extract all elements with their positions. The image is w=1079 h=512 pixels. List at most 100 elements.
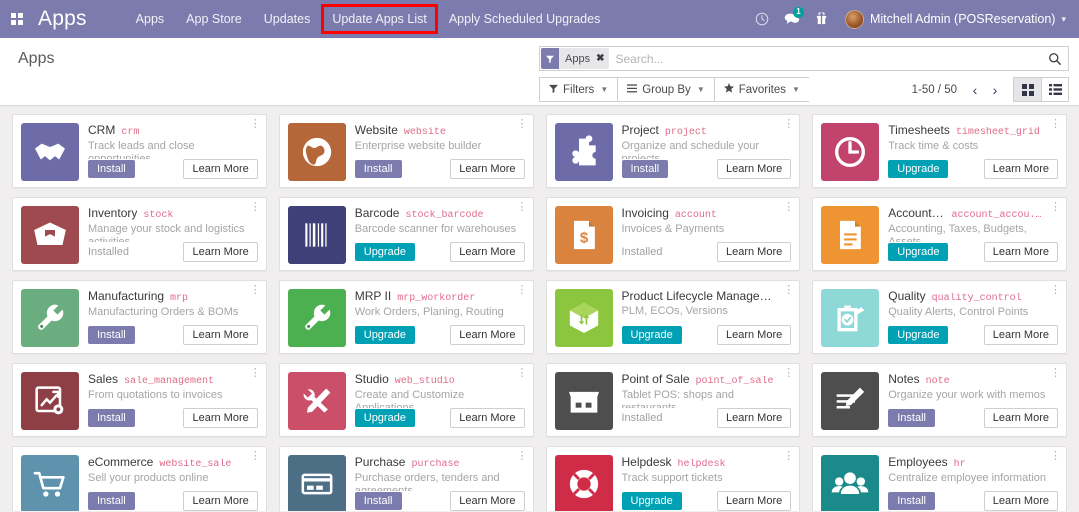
app-card[interactable]: Employees hr Centralize employee informati… xyxy=(812,446,1067,511)
chevron-right-icon[interactable]: › xyxy=(985,82,1005,98)
upgrade-button[interactable]: Upgrade xyxy=(888,160,949,178)
upgrade-button[interactable]: Upgrade xyxy=(888,243,949,261)
kebab-menu-icon[interactable]: ⋮ xyxy=(783,202,794,213)
upgrade-button[interactable]: Upgrade xyxy=(621,492,682,510)
kebab-menu-icon[interactable]: ⋮ xyxy=(517,119,528,130)
app-card[interactable]: Manufacturing mrp Manufacturing Orders & B… xyxy=(12,280,267,354)
learn-more-button[interactable]: Learn More xyxy=(716,491,792,511)
app-card[interactable]: Accounting account_accou... Accounting, Ta… xyxy=(812,197,1067,271)
navbar-menu-item-app-store[interactable]: App Store xyxy=(175,0,253,38)
kebab-menu-icon[interactable]: ⋮ xyxy=(783,451,794,462)
install-button[interactable]: Install xyxy=(354,492,402,510)
app-card[interactable]: Project project Organize and schedule your… xyxy=(545,114,801,188)
favorites-button[interactable]: Favorites ▼ xyxy=(713,77,809,102)
learn-more-button[interactable]: Learn More xyxy=(983,491,1058,511)
kebab-menu-icon[interactable]: ⋮ xyxy=(1050,202,1061,213)
app-card[interactable]: Notes note Organize your work with memos In… xyxy=(812,363,1067,437)
kebab-menu-icon[interactable]: ⋮ xyxy=(250,285,261,296)
chevron-left-icon[interactable]: ‹ xyxy=(965,82,985,98)
install-button[interactable]: Install xyxy=(88,160,135,178)
app-card[interactable]: eCommerce website_sale Sell your products … xyxy=(12,446,267,511)
upgrade-button[interactable]: Upgrade xyxy=(354,243,415,261)
learn-more-button[interactable]: Learn More xyxy=(716,325,792,345)
learn-more-button[interactable]: Learn More xyxy=(983,408,1058,428)
app-card[interactable]: Timesheets timesheet_grid Track time & cos… xyxy=(812,114,1067,188)
learn-more-button[interactable]: Learn More xyxy=(183,491,258,511)
kebab-menu-icon[interactable]: ⋮ xyxy=(250,119,261,130)
kebab-menu-icon[interactable]: ⋮ xyxy=(1050,119,1061,130)
install-button[interactable]: Install xyxy=(88,409,135,427)
app-card[interactable]: Sales sale_management From quotations to i… xyxy=(12,363,267,437)
app-card[interactable]: Quality quality_control Quality Alerts, Co… xyxy=(812,280,1067,354)
navbar-menu-item-updates[interactable]: Updates xyxy=(253,0,322,38)
brand-title[interactable]: Apps xyxy=(38,7,87,31)
app-card[interactable]: Inventory stock Manage your stock and logi… xyxy=(12,197,267,271)
navbar-menu-item-apply-scheduled-upgrades[interactable]: Apply Scheduled Upgrades xyxy=(438,0,612,38)
learn-more-button[interactable]: Learn More xyxy=(983,325,1058,345)
close-icon[interactable]: ✖ xyxy=(594,48,610,69)
app-card[interactable]: Helpdesk helpdesk Track support tickets Upg… xyxy=(545,446,801,511)
apps-grid-icon[interactable] xyxy=(0,13,34,25)
app-card[interactable]: $ Invoicing account Invoices & Payments Inst… xyxy=(545,197,801,271)
kebab-menu-icon[interactable]: ⋮ xyxy=(783,285,794,296)
install-button[interactable]: Install xyxy=(88,492,135,510)
kebab-menu-icon[interactable]: ⋮ xyxy=(250,451,261,462)
install-button[interactable]: Install xyxy=(621,160,669,178)
kebab-menu-icon[interactable]: ⋮ xyxy=(783,368,794,379)
kebab-menu-icon[interactable]: ⋮ xyxy=(517,368,528,379)
upgrade-button[interactable]: Upgrade xyxy=(888,326,949,344)
app-card-actions: Upgrade Learn More xyxy=(354,325,525,345)
app-card[interactable]: Product Lifecycle Manageme... PLM, ECOs, … xyxy=(545,280,801,354)
app-card[interactable]: Point of Sale point_of_sale Tablet POS: sh… xyxy=(545,363,801,437)
install-button[interactable]: Install xyxy=(88,326,135,344)
upgrade-button[interactable]: Upgrade xyxy=(354,326,415,344)
learn-more-button[interactable]: Learn More xyxy=(183,408,258,428)
upgrade-button[interactable]: Upgrade xyxy=(354,409,415,427)
app-card[interactable]: Studio web_studio Create and Customize App… xyxy=(278,363,534,437)
learn-more-button[interactable]: Learn More xyxy=(450,491,525,511)
learn-more-button[interactable]: Learn More xyxy=(983,159,1058,179)
install-button[interactable]: Install xyxy=(354,160,402,178)
kanban-view-icon[interactable] xyxy=(1013,77,1041,102)
app-card[interactable]: MRP II mrp_workorder Work Orders, Planing,… xyxy=(278,280,534,354)
app-card[interactable]: CRM crm Track leads and close opportunitie… xyxy=(12,114,267,188)
list-view-icon[interactable] xyxy=(1041,77,1069,102)
kebab-menu-icon[interactable]: ⋮ xyxy=(250,202,261,213)
upgrade-button[interactable]: Upgrade xyxy=(621,326,682,344)
install-button[interactable]: Install xyxy=(888,409,935,427)
kebab-menu-icon[interactable]: ⋮ xyxy=(783,119,794,130)
learn-more-button[interactable]: Learn More xyxy=(183,159,258,179)
install-button[interactable]: Install xyxy=(888,492,935,510)
learn-more-button[interactable]: Learn More xyxy=(450,408,525,428)
kebab-menu-icon[interactable]: ⋮ xyxy=(1050,451,1061,462)
navbar-menu-item-apps[interactable]: Apps xyxy=(125,0,176,38)
kebab-menu-icon[interactable]: ⋮ xyxy=(1050,368,1061,379)
search-input[interactable] xyxy=(609,51,1044,66)
clock-icon[interactable] xyxy=(747,0,777,38)
kebab-menu-icon[interactable]: ⋮ xyxy=(517,451,528,462)
app-card[interactable]: Barcode stock_barcode Barcode scanner for … xyxy=(278,197,534,271)
app-card[interactable]: Purchase purchase Purchase orders, tenders… xyxy=(278,446,534,511)
learn-more-button[interactable]: Learn More xyxy=(183,325,258,345)
group-by-button[interactable]: Group By ▼ xyxy=(617,77,714,102)
app-card[interactable]: Website website Enterprise website builder… xyxy=(278,114,534,188)
search-facet-apps[interactable]: Apps ✖ xyxy=(541,48,610,69)
learn-more-button[interactable]: Learn More xyxy=(716,408,792,428)
kebab-menu-icon[interactable]: ⋮ xyxy=(250,368,261,379)
learn-more-button[interactable]: Learn More xyxy=(183,242,258,262)
filters-button[interactable]: Filters ▼ xyxy=(539,77,618,102)
learn-more-button[interactable]: Learn More xyxy=(450,159,525,179)
kebab-menu-icon[interactable]: ⋮ xyxy=(1050,285,1061,296)
navbar-menu-item-update-apps-list[interactable]: Update Apps List xyxy=(321,4,438,34)
learn-more-button[interactable]: Learn More xyxy=(716,242,792,262)
kebab-menu-icon[interactable]: ⋮ xyxy=(517,202,528,213)
learn-more-button[interactable]: Learn More xyxy=(983,242,1058,262)
chat-bubble-icon[interactable]: 1 xyxy=(777,0,807,38)
learn-more-button[interactable]: Learn More xyxy=(450,242,525,262)
user-menu[interactable]: Mitchell Admin (POSReservation) ▾ xyxy=(837,9,1070,29)
learn-more-button[interactable]: Learn More xyxy=(450,325,525,345)
kebab-menu-icon[interactable]: ⋮ xyxy=(517,285,528,296)
gift-icon[interactable] xyxy=(807,0,837,38)
learn-more-button[interactable]: Learn More xyxy=(716,159,792,179)
search-icon[interactable] xyxy=(1044,52,1066,66)
